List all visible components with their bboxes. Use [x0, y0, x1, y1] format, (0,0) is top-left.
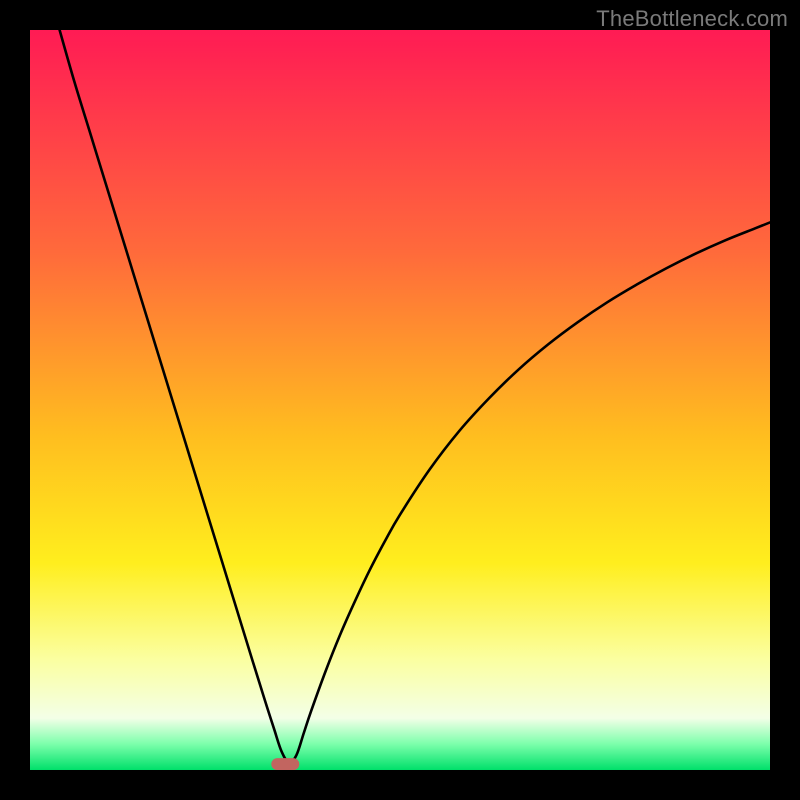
chart-frame: TheBottleneck.com — [0, 0, 800, 800]
watermark-text: TheBottleneck.com — [596, 6, 788, 32]
minimum-marker — [271, 758, 299, 770]
chart-canvas — [30, 30, 770, 770]
plot-area — [30, 30, 770, 770]
gradient-background — [30, 30, 770, 770]
